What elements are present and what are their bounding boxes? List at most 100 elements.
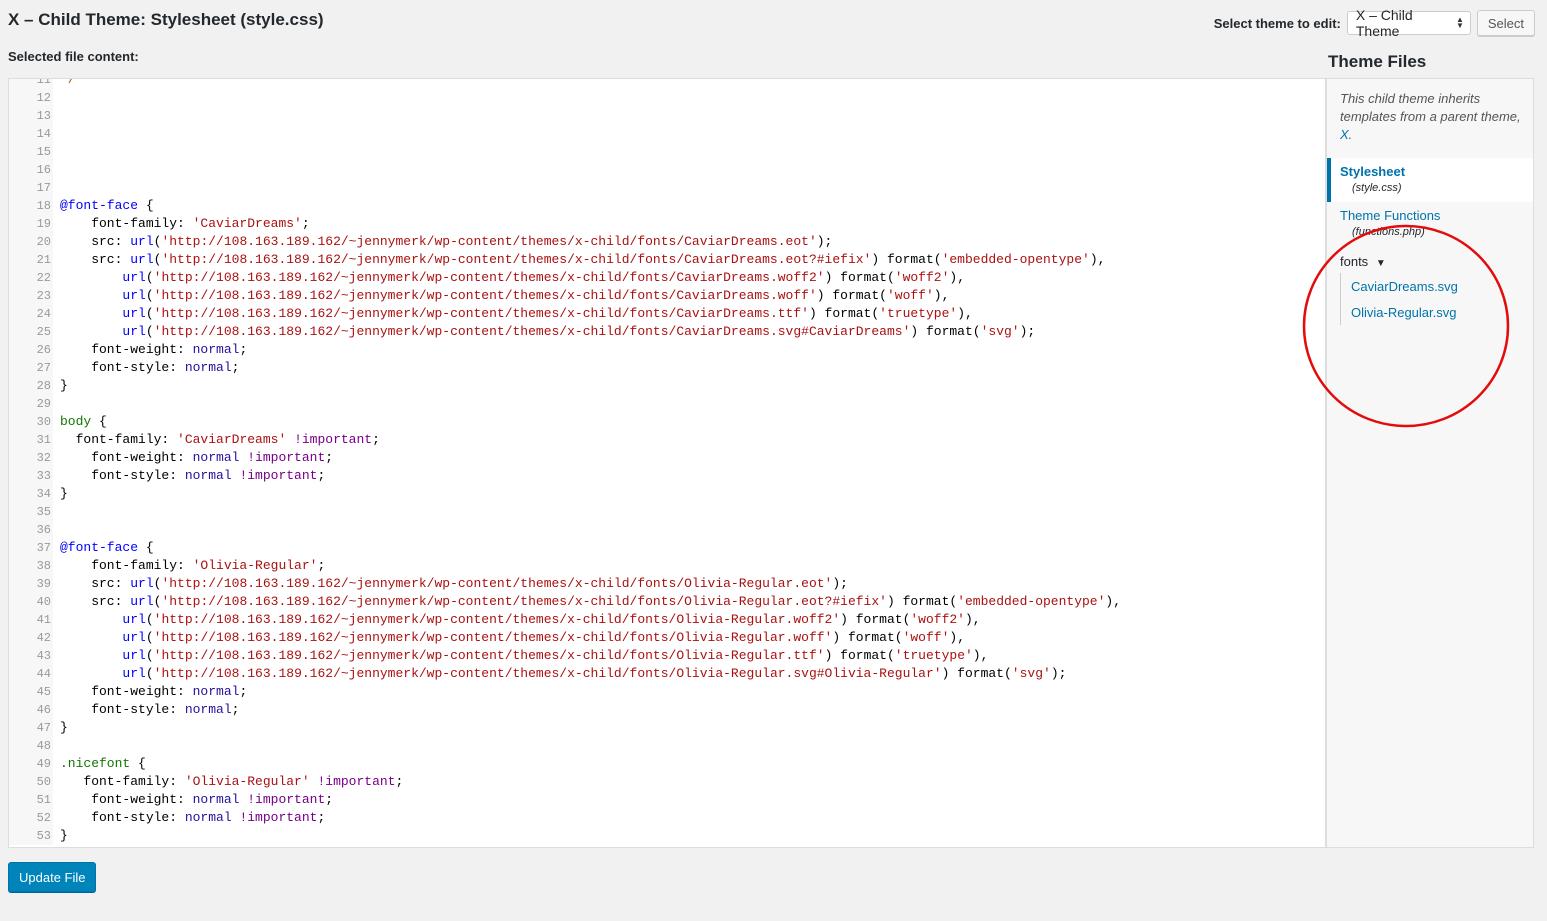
code-token: ;	[231, 360, 240, 375]
line-content: @font-face {	[60, 197, 154, 215]
code-line: 34}	[9, 485, 1325, 503]
code-line: 20 src: url('http://108.163.189.162/~jen…	[9, 233, 1325, 251]
code-line: 31 font-family: 'CaviarDreams' !importan…	[9, 431, 1325, 449]
theme-select-area: Select theme to edit: X – Child Theme ▲ ▼…	[1213, 7, 1535, 39]
code-token: url	[130, 252, 154, 267]
code-token: url	[122, 666, 146, 681]
code-token: 'http://108.163.189.162/~jennymerk/wp-co…	[153, 666, 942, 681]
child-theme-note-suffix: .	[1348, 127, 1353, 142]
line-number: 48	[36, 739, 51, 753]
line-content: font-style: normal !important;	[60, 809, 325, 827]
code-token: font-style:	[60, 468, 185, 483]
code-token: ;	[231, 702, 240, 717]
code-token: font-family:	[60, 558, 193, 573]
code-token: 'svg'	[1011, 666, 1051, 681]
code-line: 32 font-weight: normal !important;	[9, 449, 1325, 467]
code-token: ;	[395, 774, 404, 789]
code-token: normal	[184, 702, 232, 717]
line-number: 16	[36, 163, 51, 177]
code-token: 'woff'	[886, 288, 934, 303]
code-token: ) format(	[886, 594, 958, 609]
code-line: 40 src: url('http://108.163.189.162/~jen…	[9, 593, 1325, 611]
code-token: normal	[184, 468, 232, 483]
line-number: 44	[36, 667, 51, 681]
code-token: url	[122, 288, 146, 303]
parent-theme-link[interactable]: X	[1340, 127, 1349, 142]
code-token: ) format(	[910, 324, 981, 339]
code-token: 'truetype'	[894, 648, 973, 663]
code-token: ),	[933, 288, 950, 303]
code-token: ),	[1089, 252, 1106, 267]
line-number: 33	[36, 469, 51, 483]
code-token: 'woff'	[902, 630, 950, 645]
select-theme-button[interactable]: Select	[1476, 10, 1535, 36]
code-token: );	[832, 576, 848, 591]
line-number: 12	[36, 91, 51, 105]
code-line: 39 src: url('http://108.163.189.162/~jen…	[9, 575, 1325, 593]
code-token: 'Olivia-Regular'	[184, 774, 310, 789]
code-editor-lines: 11 */12 13 14 15 16 17 18 @font-face {19 font-fa…	[9, 78, 1325, 845]
line-number: 17	[36, 181, 51, 195]
code-line: 14	[9, 125, 1325, 143]
update-file-button[interactable]: Update File	[8, 862, 97, 892]
code-token: ;	[301, 216, 310, 231]
file-item-stylesheet[interactable]: Stylesheet (style.css)	[1327, 158, 1533, 202]
code-token: url	[122, 648, 146, 663]
code-token: font-weight:	[60, 450, 193, 465]
code-line: 21 src: url('http://108.163.189.162/~jen…	[9, 251, 1325, 269]
line-number: 45	[36, 685, 51, 699]
line-number: 40	[36, 595, 51, 609]
line-number: 26	[36, 343, 51, 357]
line-number: 47	[36, 721, 51, 735]
code-token: font-style:	[60, 810, 185, 825]
theme-select-dropdown[interactable]: X – Child Theme ▲ ▼	[1346, 7, 1471, 39]
line-number: 51	[36, 793, 51, 807]
line-number: 11	[36, 78, 51, 87]
code-line: 29	[9, 395, 1325, 413]
code-token: 'woff2'	[894, 270, 950, 285]
code-token: 'svg'	[980, 324, 1020, 339]
theme-files-heading: Theme Files	[1328, 52, 1427, 71]
code-token: 'woff2'	[910, 612, 965, 627]
code-token: 'embedded-opentype'	[941, 252, 1090, 267]
code-line: 16	[9, 161, 1325, 179]
code-token: 'http://108.163.189.162/~jennymerk/wp-co…	[153, 306, 809, 321]
line-number: 37	[36, 541, 51, 555]
code-token: );	[1050, 666, 1067, 681]
code-token: ) format(	[832, 630, 903, 645]
line-number: 14	[36, 127, 51, 141]
code-line: 22 url('http://108.163.189.162/~jennymer…	[9, 269, 1325, 287]
code-token: ) format(	[808, 306, 880, 321]
code-token: }	[60, 486, 68, 501]
code-editor[interactable]: 11 */12 13 14 15 16 17 18 @font-face {19 font-fa…	[8, 78, 1326, 848]
code-token: !important	[239, 468, 318, 483]
code-token: {	[91, 414, 107, 429]
code-line: 26 font-weight: normal;	[9, 341, 1325, 359]
code-line: 36	[9, 521, 1325, 539]
theme-select-label: Select theme to edit:	[1213, 15, 1341, 31]
theme-files-sidebar: This child theme inherits templates from…	[1326, 78, 1534, 848]
code-token: 'http://108.163.189.162/~jennymerk/wp-co…	[153, 324, 911, 339]
code-token: url	[122, 630, 146, 645]
code-token: ),	[1105, 594, 1122, 609]
code-token: !important	[294, 432, 373, 447]
line-number: 23	[36, 289, 51, 303]
code-line: 17	[9, 179, 1325, 197]
line-content: font-family: 'Olivia-Regular' !important…	[60, 773, 403, 791]
code-line: 45 font-weight: normal;	[9, 683, 1325, 701]
line-content: font-weight: normal !important;	[60, 791, 333, 809]
code-token: ;	[372, 432, 380, 447]
code-token: ;	[317, 558, 326, 573]
code-line: 28}	[9, 377, 1325, 395]
line-number: 41	[36, 613, 51, 627]
line-content: src: url('http://108.163.189.162/~jennym…	[60, 575, 848, 593]
line-number: 24	[36, 307, 51, 321]
line-number: 28	[36, 379, 51, 393]
line-content: }	[60, 485, 68, 503]
line-number: 38	[36, 559, 51, 573]
code-token: (	[145, 666, 154, 681]
line-content: body {	[60, 413, 107, 431]
